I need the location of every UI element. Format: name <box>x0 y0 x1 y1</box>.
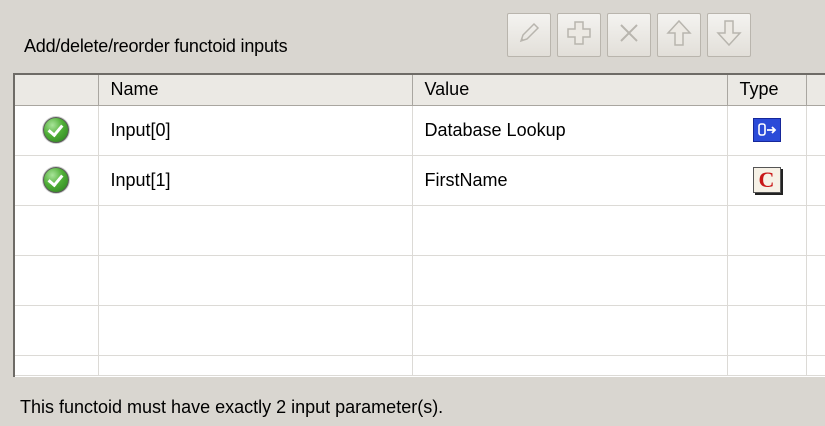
status-cell <box>15 155 99 206</box>
x-icon <box>614 18 644 53</box>
input-value-cell[interactable]: FirstName <box>412 155 728 206</box>
type-cell[interactable]: C <box>727 155 807 206</box>
inputs-grid[interactable]: Name Value Type Input[0] Database Lookup <box>13 73 825 377</box>
input-name-cell[interactable]: Input[1] <box>98 155 413 206</box>
constant-icon: C <box>752 167 781 193</box>
filler-cell <box>806 155 825 206</box>
table-row[interactable]: Input[0] Database Lookup <box>15 105 825 156</box>
arrow-up-icon <box>664 18 694 53</box>
empty-row <box>15 305 825 356</box>
input-value-cell[interactable]: Database Lookup <box>412 105 728 156</box>
check-icon <box>43 167 70 193</box>
edit-button[interactable] <box>507 13 551 57</box>
move-down-button[interactable] <box>707 13 751 57</box>
input-name-cell[interactable]: Input[0] <box>98 105 413 156</box>
toolbar <box>507 13 751 59</box>
column-header-filler <box>806 75 825 106</box>
table-row[interactable]: Input[1] FirstName C <box>15 155 825 206</box>
empty-row <box>15 355 825 376</box>
status-cell <box>15 105 99 156</box>
type-cell[interactable] <box>727 105 807 156</box>
column-header-status[interactable] <box>15 75 99 106</box>
grid-header-row: Name Value Type <box>15 75 825 106</box>
panel-header-label: Add/delete/reorder functoid inputs <box>24 36 288 56</box>
database-link-icon <box>752 118 781 142</box>
check-icon <box>43 117 70 143</box>
validation-message: This functoid must have exactly 2 input … <box>20 397 444 417</box>
move-up-button[interactable] <box>657 13 701 57</box>
column-header-type[interactable]: Type <box>727 75 807 106</box>
column-header-value[interactable]: Value <box>412 75 728 106</box>
plus-icon <box>564 18 594 53</box>
functoid-inputs-panel: Add/delete/reorder functoid inputs Name … <box>0 0 825 426</box>
column-header-name[interactable]: Name <box>98 75 413 106</box>
add-button[interactable] <box>557 13 601 57</box>
filler-cell <box>806 105 825 156</box>
arrow-down-icon <box>714 18 744 53</box>
empty-row <box>15 255 825 306</box>
pencil-icon <box>514 18 544 53</box>
delete-button[interactable] <box>607 13 651 57</box>
empty-row <box>15 205 825 256</box>
